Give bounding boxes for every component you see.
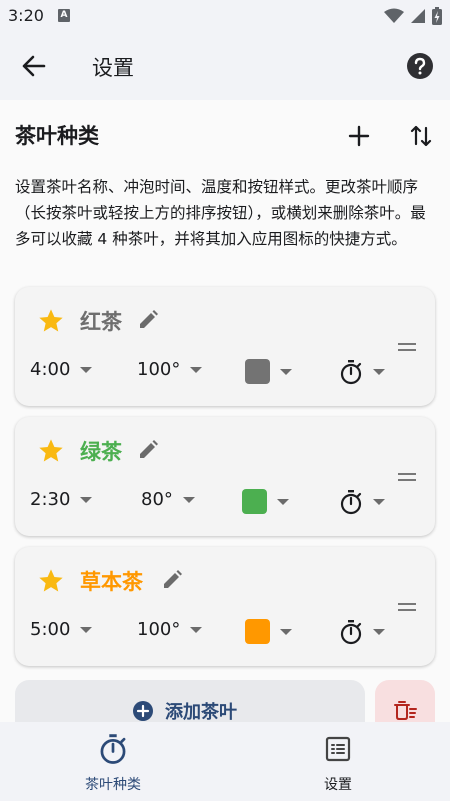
- tea-card[interactable]: 草本茶 5:00 100°: [15, 547, 435, 666]
- help-icon: [407, 53, 433, 79]
- back-button[interactable]: [18, 51, 50, 81]
- chevron-down-icon: [190, 366, 203, 373]
- tea-name: 绿茶: [80, 440, 122, 464]
- nav-label: 茶叶种类: [85, 777, 141, 793]
- delete-sweep-icon: [394, 701, 417, 720]
- chevron-down-icon: [280, 368, 292, 375]
- button-style-dropdown[interactable]: [339, 489, 385, 515]
- brew-time-value: 2:30: [30, 489, 71, 510]
- nav-icon-wrap: [278, 732, 398, 766]
- tea-card[interactable]: 红茶 4:00 100°: [15, 287, 435, 406]
- chevron-down-icon: [80, 366, 93, 373]
- star-icon[interactable]: [37, 567, 65, 595]
- add-tea-button[interactable]: 添加茶叶: [15, 680, 365, 722]
- temperature-dropdown[interactable]: 100°: [137, 359, 203, 380]
- add-tea-icon-button[interactable]: [345, 122, 373, 150]
- temperature-value: 80°: [141, 489, 173, 510]
- signal-icon: [411, 9, 425, 23]
- chevron-down-icon: [373, 499, 385, 505]
- help-button[interactable]: [406, 52, 434, 80]
- main-content: 茶叶种类 设置茶叶名称、冲泡时间、温度和按钮样式。更改茶叶顺序（长按茶叶或轻按上…: [0, 100, 450, 722]
- color-dropdown[interactable]: [245, 359, 292, 384]
- drag-handle[interactable]: [398, 343, 416, 352]
- chevron-down-icon: [182, 496, 195, 503]
- color-dropdown[interactable]: [242, 489, 289, 514]
- drag-handle[interactable]: [398, 603, 416, 612]
- edit-icon[interactable]: [160, 568, 184, 592]
- battery-icon: [432, 7, 442, 25]
- brew-time-dropdown[interactable]: 2:30: [30, 489, 93, 510]
- app-bar: 设置: [0, 32, 450, 100]
- star-icon[interactable]: [37, 307, 65, 335]
- page-title: 设置: [92, 56, 134, 80]
- temperature-dropdown[interactable]: 80°: [141, 489, 195, 510]
- settings-list-icon: [325, 736, 351, 762]
- tea-card[interactable]: 绿茶 2:30 80°: [15, 417, 435, 536]
- chevron-down-icon: [190, 626, 203, 633]
- add-circle-icon: [133, 701, 153, 721]
- tea-name: 草本茶: [80, 570, 143, 594]
- brew-time-value: 5:00: [30, 619, 71, 640]
- notification-icon: A: [58, 9, 70, 22]
- timer-icon: [340, 360, 362, 385]
- edit-icon[interactable]: [136, 438, 160, 462]
- wifi-icon: [384, 8, 404, 23]
- button-style-dropdown[interactable]: [339, 619, 385, 645]
- button-style-dropdown[interactable]: [339, 359, 385, 385]
- nav-settings[interactable]: 设置: [278, 732, 398, 794]
- status-bar: 3:20 A: [0, 0, 450, 32]
- timer-icon: [340, 490, 362, 515]
- chevron-down-icon: [373, 629, 385, 635]
- nav-label: 设置: [324, 777, 352, 793]
- sort-icon: [410, 125, 432, 147]
- temperature-value: 100°: [137, 359, 181, 380]
- temperature-dropdown[interactable]: 100°: [137, 619, 203, 640]
- chevron-down-icon: [80, 496, 93, 503]
- timer-icon: [100, 734, 126, 764]
- color-swatch: [245, 619, 270, 644]
- drag-handle[interactable]: [398, 473, 416, 482]
- section-title: 茶叶种类: [15, 124, 99, 148]
- brew-time-dropdown[interactable]: 5:00: [30, 619, 93, 640]
- section-description: 设置茶叶名称、冲泡时间、温度和按钮样式。更改茶叶顺序（长按茶叶或轻按上方的排序按…: [15, 178, 426, 248]
- color-dropdown[interactable]: [245, 619, 292, 644]
- tea-name: 红茶: [80, 310, 122, 334]
- chevron-down-icon: [80, 626, 93, 633]
- color-swatch: [242, 489, 267, 514]
- chevron-down-icon: [280, 628, 292, 635]
- star-icon[interactable]: [37, 437, 65, 465]
- temperature-value: 100°: [137, 619, 181, 640]
- timer-icon: [340, 620, 362, 645]
- brew-time-dropdown[interactable]: 4:00: [30, 359, 93, 380]
- color-swatch: [245, 359, 270, 384]
- bottom-navigation: 茶叶种类 设置: [0, 722, 450, 801]
- delete-tea-button[interactable]: [375, 680, 435, 722]
- add-tea-inner: 添加茶叶: [132, 698, 237, 722]
- add-tea-label: 添加茶叶: [165, 702, 237, 722]
- sort-button[interactable]: [408, 122, 434, 150]
- nav-icon-wrap: [53, 732, 173, 766]
- brew-time-value: 4:00: [30, 359, 71, 380]
- edit-icon[interactable]: [136, 308, 160, 332]
- chevron-down-icon: [373, 369, 385, 375]
- chevron-down-icon: [277, 498, 289, 505]
- plus-icon: [348, 125, 370, 147]
- nav-tea-types[interactable]: 茶叶种类: [53, 732, 173, 794]
- status-time: 3:20: [8, 6, 44, 25]
- arrow-back-icon: [22, 55, 46, 77]
- status-icons: [384, 6, 442, 26]
